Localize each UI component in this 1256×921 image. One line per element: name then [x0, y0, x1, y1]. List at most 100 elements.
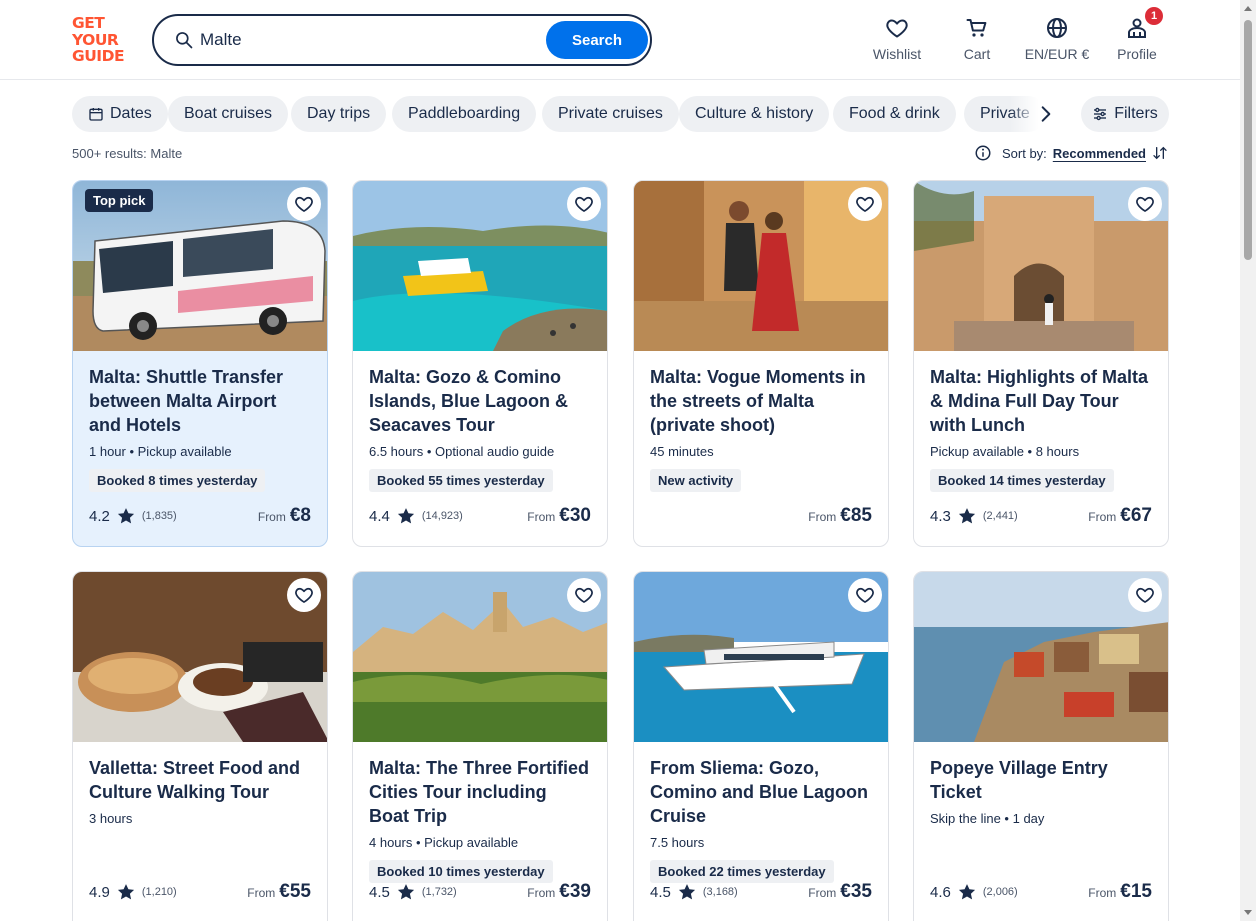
- scroll-up-arrow[interactable]: [1244, 6, 1252, 11]
- booking-tag: Booked 8 times yesterday: [89, 469, 266, 492]
- chip-label: Food & drink: [849, 105, 940, 122]
- activity-image[interactable]: [353, 572, 607, 742]
- activity-image[interactable]: [914, 572, 1168, 742]
- activity-title[interactable]: Malta: Gozo & Comino Islands, Blue Lagoo…: [369, 365, 591, 437]
- activity-card[interactable]: Popeye Village Entry Ticket Skip the lin…: [913, 571, 1169, 921]
- page-scrollbar[interactable]: [1240, 0, 1256, 921]
- review-count: (1,210): [141, 886, 177, 898]
- logo-line-3: GUIDE: [72, 47, 125, 65]
- nav-profile[interactable]: Profile 1: [1092, 7, 1182, 62]
- heart-icon: [1135, 194, 1155, 214]
- price-from-label: From: [527, 510, 556, 524]
- activity-card[interactable]: Malta: Highlights of Malta & Mdina Full …: [913, 180, 1169, 547]
- filters-button[interactable]: Filters: [1081, 96, 1169, 132]
- price: €15: [1120, 881, 1152, 902]
- wishlist-toggle[interactable]: [1128, 578, 1162, 612]
- wishlist-toggle[interactable]: [848, 187, 882, 221]
- sort-arrows-icon[interactable]: [1152, 145, 1168, 161]
- heart-icon: [855, 194, 875, 214]
- chip-label: Boat cruises: [184, 105, 273, 122]
- nav-cart-label: Cart: [963, 46, 991, 62]
- star-icon: [957, 882, 977, 902]
- price-from-label: From: [1088, 510, 1117, 524]
- activity-image[interactable]: [634, 572, 888, 742]
- search-button[interactable]: Search: [546, 21, 648, 59]
- filter-chips-row: Dates Boat cruises Day trips Paddleboard…: [72, 96, 1072, 132]
- getyourguide-logo[interactable]: GET YOUR GUIDE: [72, 14, 132, 65]
- chevron-right-icon[interactable]: [1036, 104, 1056, 124]
- activity-card[interactable]: Valletta: Street Food and Culture Walkin…: [72, 571, 328, 921]
- chip-label: Culture & history: [695, 105, 814, 122]
- chip-paddleboarding[interactable]: Paddleboarding: [392, 96, 537, 132]
- activity-image[interactable]: [634, 181, 888, 351]
- sort-value[interactable]: Recommended: [1053, 146, 1146, 161]
- nav-wishlist[interactable]: Wishlist: [852, 16, 942, 62]
- heart-icon: [855, 585, 875, 605]
- price-from-label: From: [257, 510, 286, 524]
- scroll-thumb[interactable]: [1244, 20, 1252, 260]
- activity-card[interactable]: From Sliema: Gozo, Comino and Blue Lagoo…: [633, 571, 889, 921]
- nav-cart[interactable]: Cart: [932, 16, 1022, 62]
- activity-title[interactable]: Malta: Vogue Moments in the streets of M…: [650, 365, 872, 437]
- activity-card[interactable]: Malta: The Three Fortified Cities Tour i…: [352, 571, 608, 921]
- price-from-label: From: [527, 886, 556, 900]
- activity-meta: 1 hour • Pickup available: [89, 444, 232, 459]
- activity-meta: 6.5 hours • Optional audio guide: [369, 444, 555, 459]
- activity-card[interactable]: Malta: Vogue Moments in the streets of M…: [633, 180, 889, 547]
- activity-title[interactable]: Popeye Village Entry Ticket: [930, 756, 1152, 804]
- activity-image[interactable]: [73, 572, 327, 742]
- price-from-label: From: [808, 886, 837, 900]
- price: €67: [1120, 505, 1152, 526]
- wishlist-toggle[interactable]: [287, 578, 321, 612]
- price: €85: [840, 505, 872, 526]
- chip-boat-cruises[interactable]: Boat cruises: [168, 96, 289, 132]
- filters-label: Filters: [1114, 105, 1158, 122]
- activity-title[interactable]: Valletta: Street Food and Culture Walkin…: [89, 756, 311, 804]
- rating-value: 4.5: [369, 883, 390, 901]
- rating-value: 4.5: [650, 883, 671, 901]
- chip-label: Private cruises: [558, 105, 663, 122]
- nav-wishlist-label: Wishlist: [872, 46, 922, 62]
- activity-image[interactable]: [914, 181, 1168, 351]
- chip-private-cruises[interactable]: Private cruises: [542, 96, 679, 132]
- chip-day-trips[interactable]: Day trips: [291, 96, 387, 132]
- chip-culture-history[interactable]: Culture & history: [679, 96, 830, 132]
- activity-image[interactable]: [353, 181, 607, 351]
- price: €8: [289, 505, 311, 526]
- nav-language-currency[interactable]: EN/EUR €: [1012, 16, 1102, 62]
- nav-language-label: EN/EUR €: [1024, 46, 1090, 62]
- search-box: Search: [152, 14, 652, 66]
- activity-card[interactable]: Top pick Malta: Shuttle Transfer between…: [72, 180, 328, 547]
- price: €55: [279, 881, 311, 902]
- logo-line-1: GET: [72, 14, 105, 32]
- review-count: (2,006): [982, 886, 1018, 898]
- price-from-label: From: [247, 886, 276, 900]
- results-count: 500+ results: Malte: [72, 146, 183, 161]
- heart-icon: [574, 585, 594, 605]
- wishlist-toggle[interactable]: [287, 187, 321, 221]
- activity-image[interactable]: Top pick: [73, 181, 327, 351]
- nav-profile-label: Profile: [1117, 46, 1157, 62]
- activity-card[interactable]: Malta: Gozo & Comino Islands, Blue Lagoo…: [352, 180, 608, 547]
- scroll-down-arrow[interactable]: [1244, 910, 1252, 915]
- activity-meta: 4 hours • Pickup available: [369, 835, 519, 850]
- wishlist-toggle[interactable]: [567, 578, 601, 612]
- chip-dates[interactable]: Dates: [72, 96, 168, 132]
- activity-title[interactable]: Malta: The Three Fortified Cities Tour i…: [369, 756, 591, 828]
- chip-food-drink[interactable]: Food & drink: [833, 96, 956, 132]
- review-count: (1,835): [141, 510, 177, 522]
- info-icon[interactable]: [974, 144, 992, 162]
- cart-icon: [966, 19, 987, 37]
- star-icon: [677, 882, 697, 902]
- search-input[interactable]: [200, 26, 530, 54]
- wishlist-toggle[interactable]: [848, 578, 882, 612]
- activity-meta: Pickup available • 8 hours: [930, 444, 1080, 459]
- activity-title[interactable]: Malta: Shuttle Transfer between Malta Ai…: [89, 365, 311, 437]
- sort-control[interactable]: Sort by: Recommended: [974, 144, 1168, 162]
- activity-title[interactable]: From Sliema: Gozo, Comino and Blue Lagoo…: [650, 756, 872, 828]
- wishlist-toggle[interactable]: [1128, 187, 1162, 221]
- rating-value: 4.9: [89, 883, 110, 901]
- activity-title[interactable]: Malta: Highlights of Malta & Mdina Full …: [930, 365, 1152, 437]
- rating-value: 4.3: [930, 507, 951, 525]
- wishlist-toggle[interactable]: [567, 187, 601, 221]
